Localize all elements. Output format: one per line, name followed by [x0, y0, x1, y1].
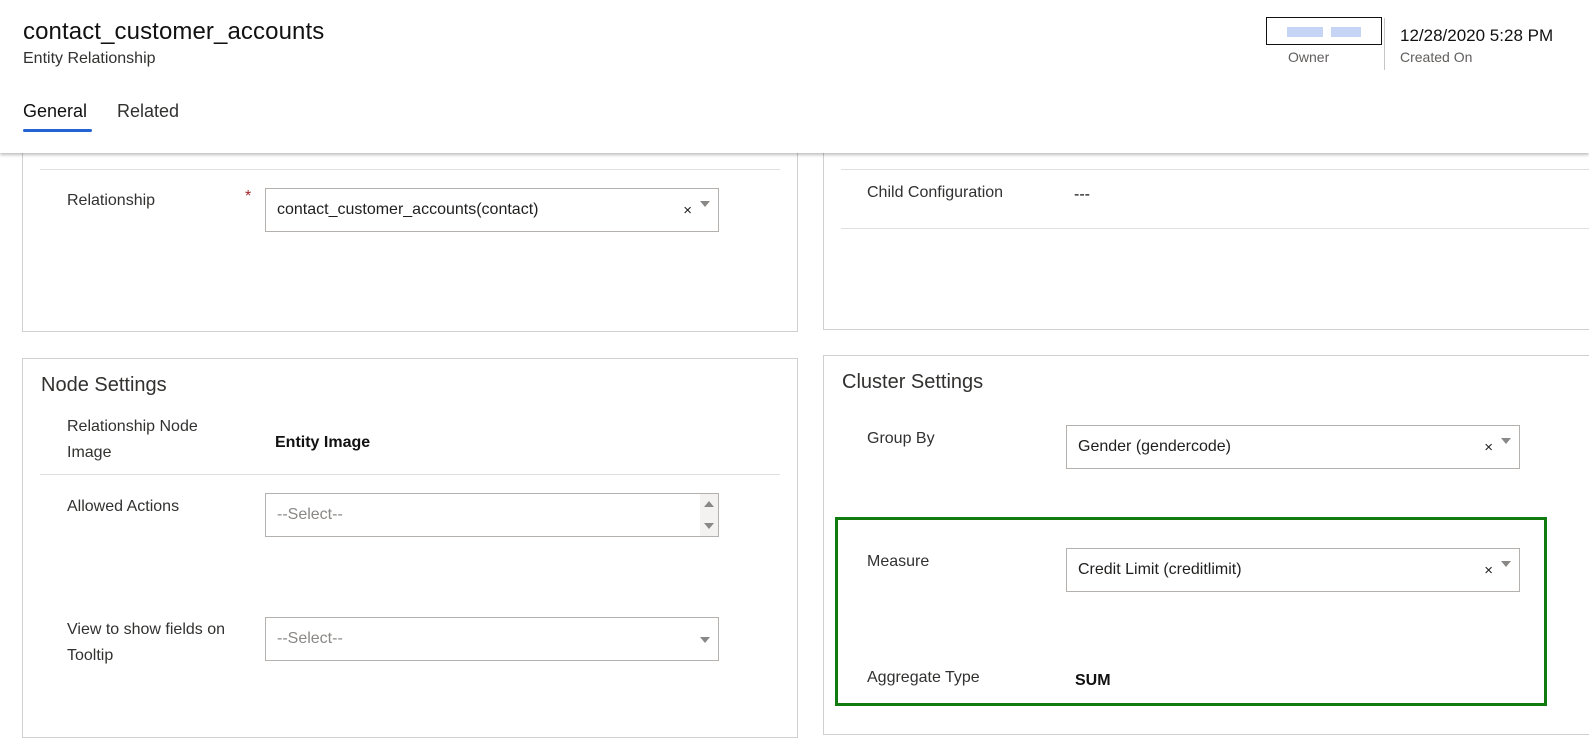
section-divider: [841, 169, 1589, 170]
section-divider: [40, 169, 780, 170]
created-on-value: 12/28/2020 5:28 PM: [1400, 26, 1554, 45]
owner-name-redacted: [1331, 27, 1361, 37]
label-line: Image: [67, 444, 112, 461]
owner-name-redacted: [1287, 27, 1323, 37]
relationship-section: Relationship * contact_customer_accounts…: [22, 140, 798, 332]
chevron-down-icon[interactable]: [700, 637, 710, 643]
child-configuration-section: Child Configuration ---: [823, 140, 1589, 330]
child-configuration-label: Child Configuration: [867, 184, 1004, 201]
owner-lookup[interactable]: [1266, 17, 1382, 45]
clear-icon[interactable]: ×: [683, 202, 692, 219]
cluster-settings-section: Cluster Settings Group By Gender (gender…: [823, 355, 1589, 735]
chevron-down-icon[interactable]: [1501, 438, 1511, 444]
label-line: View to show fields on: [67, 621, 226, 638]
allowed-actions-multiselect[interactable]: --Select--: [265, 493, 719, 537]
cluster-settings-title: Cluster Settings: [842, 371, 984, 393]
tooltip-view-placeholder: --Select--: [277, 630, 343, 647]
node-settings-title: Node Settings: [41, 374, 167, 396]
tooltip-view-select[interactable]: --Select--: [265, 617, 719, 661]
relationship-node-image-label: Relationship Node Image: [67, 414, 198, 466]
measure-label: Measure: [867, 553, 930, 570]
label-line: Relationship Node: [67, 418, 198, 435]
header-divider: [1384, 18, 1385, 70]
measure-select[interactable]: Credit Limit (creditlimit) ×: [1066, 548, 1520, 592]
active-tab-indicator: [23, 129, 92, 132]
group-by-label: Group By: [867, 430, 935, 447]
required-indicator: *: [245, 188, 252, 205]
record-subtitle: Entity Relationship: [23, 50, 156, 67]
aggregate-type-label: Aggregate Type: [867, 669, 980, 686]
aggregate-type-value: SUM: [1075, 672, 1111, 689]
chevron-down-icon[interactable]: [1501, 561, 1511, 567]
scrollbar[interactable]: [700, 494, 718, 536]
owner-label: Owner: [1288, 49, 1330, 65]
relationship-value: contact_customer_accounts(contact): [277, 201, 539, 218]
section-divider: [40, 474, 780, 475]
group-by-select[interactable]: Gender (gendercode) ×: [1066, 425, 1520, 469]
record-title: contact_customer_accounts: [23, 18, 325, 45]
clear-icon[interactable]: ×: [1484, 439, 1493, 456]
section-divider: [841, 228, 1589, 229]
tooltip-view-label: View to show fields on Tooltip: [67, 617, 225, 669]
record-header: contact_customer_accounts Entity Relatio…: [0, 0, 1589, 153]
tab-general[interactable]: General: [23, 101, 87, 122]
relationship-node-image-value: Entity Image: [275, 434, 371, 451]
clear-icon[interactable]: ×: [1484, 562, 1493, 579]
relationship-label: Relationship: [67, 192, 156, 209]
created-on-label: Created On: [1400, 49, 1473, 65]
child-configuration-value: ---: [1074, 186, 1090, 203]
chevron-down-icon[interactable]: [700, 201, 710, 207]
label-line: Tooltip: [67, 647, 114, 664]
tab-related[interactable]: Related: [117, 101, 179, 122]
allowed-actions-placeholder: --Select--: [277, 506, 343, 523]
group-by-value: Gender (gendercode): [1078, 438, 1231, 455]
measure-value: Credit Limit (creditlimit): [1078, 561, 1242, 578]
chevron-up-icon[interactable]: [704, 501, 714, 507]
allowed-actions-label: Allowed Actions: [67, 498, 180, 515]
relationship-lookup[interactable]: contact_customer_accounts(contact) ×: [265, 188, 719, 232]
chevron-down-icon[interactable]: [704, 523, 714, 529]
node-settings-section: Node Settings Relationship Node Image En…: [22, 358, 798, 738]
